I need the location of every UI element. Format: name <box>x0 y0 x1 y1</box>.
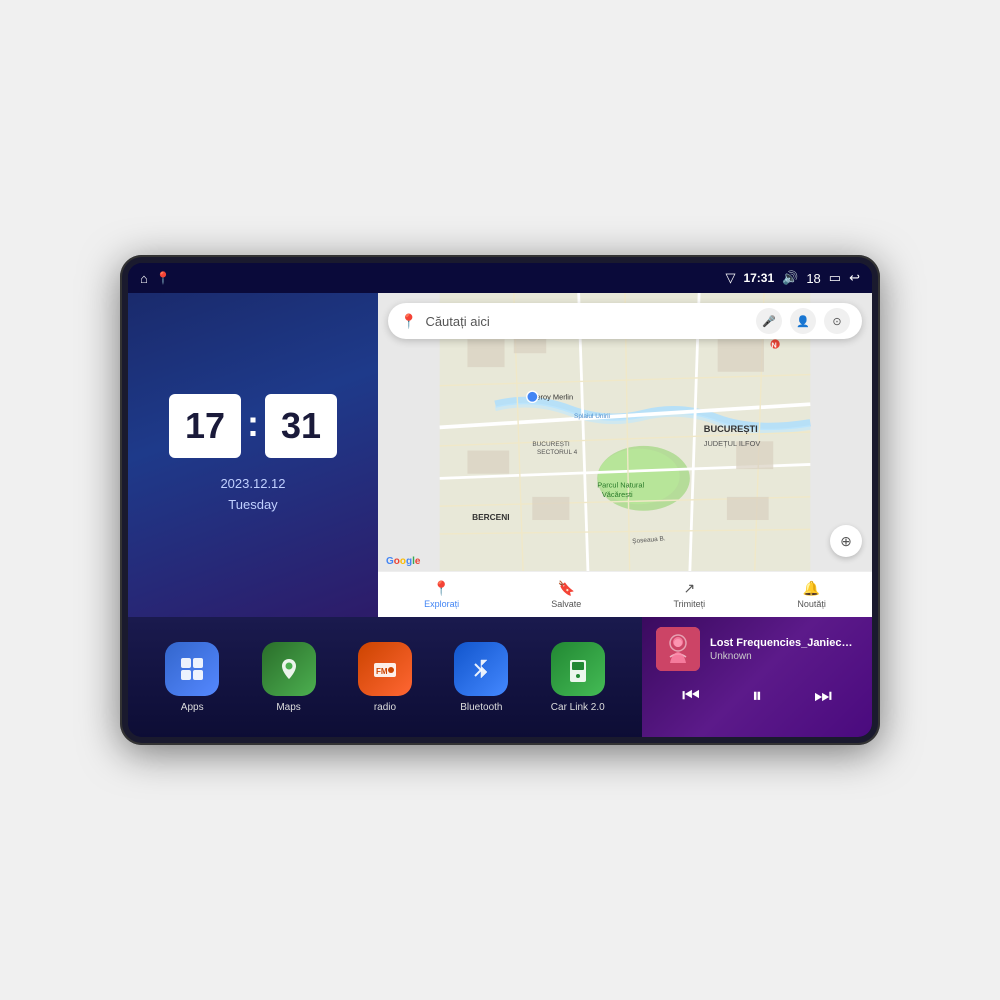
clock-hours: 17 <box>169 394 241 458</box>
music-text: Lost Frequencies_Janieck Devy-... Unknow… <box>710 637 858 662</box>
map-panel[interactable]: TRAPEZULUI BUCUREȘTI JUDEȚUL ILFOV BERCE… <box>378 293 872 617</box>
svg-text:Parcul Natural: Parcul Natural <box>597 481 644 490</box>
app-icon-radio: FM <box>358 642 412 696</box>
map-nav-news[interactable]: 🔔 Noutăți <box>797 580 826 609</box>
device-screen: ⌂ 📍 ▽ 17:31 🔊 18 ▭ ↩ 17 : <box>128 263 872 737</box>
app-icon-apps <box>165 642 219 696</box>
app-label-apps: Apps <box>181 702 204 713</box>
apps-bar: Apps Maps <box>128 617 642 737</box>
music-title: Lost Frequencies_Janieck Devy-... <box>710 637 858 649</box>
map-nav-saved-label: Salvate <box>551 599 581 609</box>
app-icon-bluetooth <box>454 642 508 696</box>
app-item-maps[interactable]: Maps <box>262 642 316 713</box>
app-label-maps: Maps <box>276 702 300 713</box>
svg-text:Văcărești: Văcărești <box>602 490 633 499</box>
status-right-icons: ▽ 17:31 🔊 18 ▭ ↩ <box>725 270 860 286</box>
map-search-icons: 🎤 👤 ⊙ <box>756 308 850 334</box>
map-nav-explore[interactable]: 📍 Explorați <box>424 580 459 609</box>
status-time: 17:31 <box>743 271 774 285</box>
app-label-carlink: Car Link 2.0 <box>551 702 605 713</box>
svg-text:BUCUREȘTI: BUCUREȘTI <box>532 441 570 448</box>
svg-text:JUDEȚUL ILFOV: JUDEȚUL ILFOV <box>704 439 761 448</box>
clock-date-value: 2023.12.12 <box>220 474 285 495</box>
home-icon[interactable]: ⌂ <box>140 271 148 286</box>
map-nav-news-icon: 🔔 <box>803 580 820 597</box>
svg-text:N: N <box>771 341 776 350</box>
clock-colon: : <box>247 406 259 442</box>
map-layers-icon[interactable]: ⊙ <box>824 308 850 334</box>
map-search-bar[interactable]: 📍 Căutați aici 🎤 👤 ⊙ <box>388 303 862 339</box>
map-account-icon[interactable]: 👤 <box>790 308 816 334</box>
music-play-button[interactable]: ⏸ <box>744 681 770 712</box>
music-thumbnail <box>656 627 700 671</box>
music-artist: Unknown <box>710 651 858 662</box>
map-nav-news-label: Noutăți <box>797 599 826 609</box>
map-nav-send-icon: ↗ <box>683 580 695 597</box>
main-content: 17 : 31 2023.12.12 Tuesday <box>128 293 872 737</box>
music-info: Lost Frequencies_Janieck Devy-... Unknow… <box>656 627 858 671</box>
svg-text:BUCUREȘTI: BUCUREȘTI <box>704 424 758 434</box>
clock-panel: 17 : 31 2023.12.12 Tuesday <box>128 293 378 617</box>
map-location-button[interactable]: ⊕ <box>830 525 862 557</box>
map-nav-send-label: Trimiteți <box>674 599 706 609</box>
app-item-carlink[interactable]: Car Link 2.0 <box>551 642 605 713</box>
map-nav-send[interactable]: ↗ Trimiteți <box>674 580 706 609</box>
app-label-radio: radio <box>374 702 396 713</box>
maps-icon[interactable]: 📍 <box>156 271 171 285</box>
music-controls: ⏮ ⏸ ⏭ <box>656 681 858 712</box>
top-section: 17 : 31 2023.12.12 Tuesday <box>128 293 872 617</box>
map-nav-saved-icon: 🔖 <box>558 580 575 597</box>
map-nav-explore-icon: 📍 <box>433 580 450 597</box>
app-icon-carlink <box>551 642 605 696</box>
app-item-bluetooth[interactable]: Bluetooth <box>454 642 508 713</box>
map-bottom-nav: 📍 Explorați 🔖 Salvate ↗ Trimiteți 🔔 <box>378 571 872 617</box>
app-item-apps[interactable]: Apps <box>165 642 219 713</box>
volume-icon: 🔊 <box>782 270 798 286</box>
clock-date: 2023.12.12 Tuesday <box>220 474 285 516</box>
status-bar: ⌂ 📍 ▽ 17:31 🔊 18 ▭ ↩ <box>128 263 872 293</box>
map-nav-saved[interactable]: 🔖 Salvate <box>551 580 581 609</box>
svg-text:Splaiul Unirii: Splaiul Unirii <box>574 413 610 420</box>
app-item-radio[interactable]: FM radio <box>358 642 412 713</box>
clock-display: 17 : 31 <box>169 394 337 458</box>
svg-text:SECTORUL 4: SECTORUL 4 <box>537 449 578 456</box>
music-prev-button[interactable]: ⏮ <box>674 681 708 712</box>
device-frame: ⌂ 📍 ▽ 17:31 🔊 18 ▭ ↩ 17 : <box>120 255 880 745</box>
back-icon[interactable]: ↩ <box>849 270 860 286</box>
bottom-section: Apps Maps <box>128 617 872 737</box>
status-left-icons: ⌂ 📍 <box>140 271 171 286</box>
app-icon-maps <box>262 642 316 696</box>
clock-minutes: 31 <box>265 394 337 458</box>
clock-day: Tuesday <box>220 495 285 516</box>
svg-text:BERCENI: BERCENI <box>472 512 509 522</box>
google-logo: Google <box>386 556 420 567</box>
map-search-text[interactable]: Căutați aici <box>425 314 748 329</box>
signal-icon: ▽ <box>725 270 735 286</box>
svg-text:FM: FM <box>376 667 388 676</box>
maps-pin-icon: 📍 <box>400 313 417 330</box>
battery-icon: ▭ <box>829 270 841 286</box>
map-mic-icon[interactable]: 🎤 <box>756 308 782 334</box>
music-panel: Lost Frequencies_Janieck Devy-... Unknow… <box>642 617 872 737</box>
music-next-button[interactable]: ⏭ <box>806 681 840 712</box>
map-nav-explore-label: Explorați <box>424 599 459 609</box>
app-label-bluetooth: Bluetooth <box>460 702 502 713</box>
volume-level: 18 <box>806 271 820 286</box>
